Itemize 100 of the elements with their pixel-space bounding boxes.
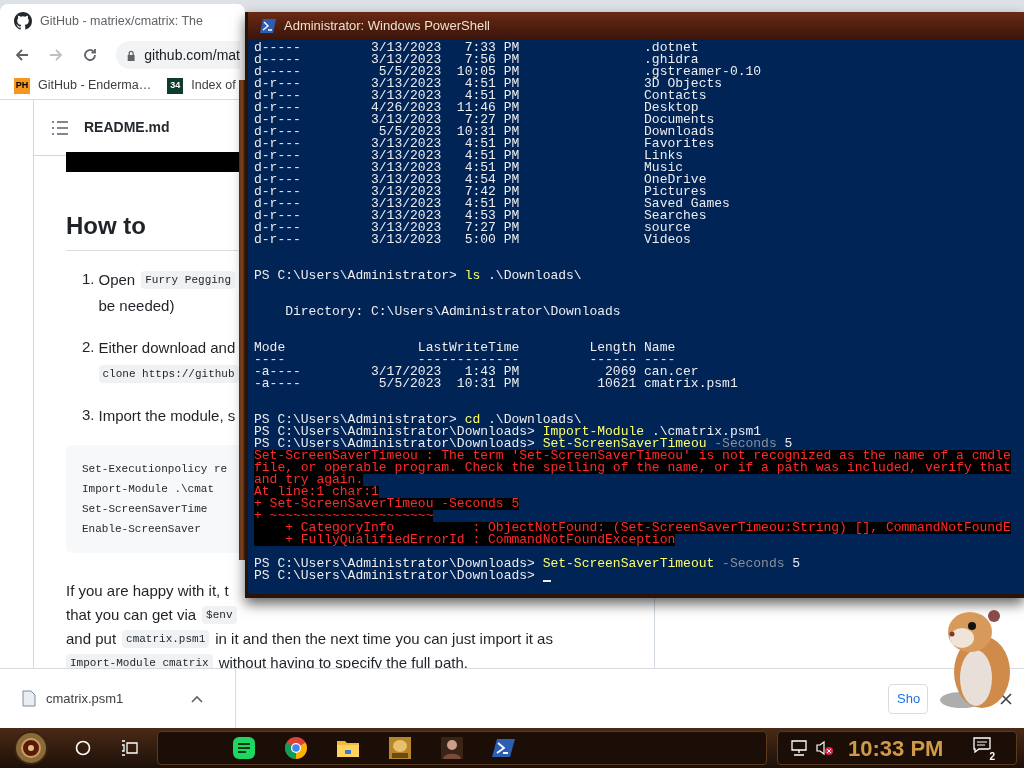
console-text: d-r--- 3/13/2023 7:42 PM Pictures	[254, 186, 707, 198]
console-text: d-r--- 3/13/2023 7:27 PM Documents	[254, 114, 715, 126]
reload-icon[interactable]	[82, 47, 98, 63]
game-app-icon[interactable]	[388, 736, 412, 760]
body-text: and put	[66, 628, 117, 649]
console-text: PS C:\Users\Administrator\Downloads>	[254, 570, 536, 582]
command-text: ls	[464, 270, 481, 282]
console-text: .\Downloads\	[488, 414, 582, 426]
inline-code: $env	[202, 605, 237, 625]
powershell-icon	[260, 19, 276, 33]
inline-code: clone https://github	[98, 364, 239, 384]
download-filename: cmatrix.psm1	[46, 689, 124, 708]
console-text: PS C:\Users\Administrator\Downloads>	[254, 438, 535, 450]
notification-icon	[973, 737, 992, 753]
error-text: + ~~~~~~~~~~~~~~~~~~~~~	[254, 510, 434, 522]
command-text: Set-ScreenSaverTimeout	[542, 558, 715, 570]
inline-code: Furry Pegging	[141, 270, 236, 290]
browser-tab[interactable]: GitHub - matriex/cmatrix: The	[0, 4, 245, 38]
lock-icon	[126, 48, 137, 62]
console-text: d-r--- 3/13/2023 4:53 PM Searches	[254, 210, 707, 222]
console-text: 5	[791, 558, 801, 570]
console-text: PS C:\Users\Administrator\Downloads>	[254, 426, 536, 438]
powershell-icon[interactable]	[492, 736, 516, 760]
list-number: 3.	[82, 405, 95, 425]
bookmark-link[interactable]: Index of	[191, 76, 236, 95]
muted-speaker-icon[interactable]	[816, 740, 834, 756]
console-text: d-r--- 3/13/2023 4:54 PM OneDrive	[254, 174, 707, 186]
code-line: Set-ScreenSaverTime	[82, 502, 208, 517]
console-text: d-r--- 3/13/2023 4:51 PM Music	[254, 162, 684, 174]
console-text: d-r--- 3/13/2023 4:51 PM Links	[254, 150, 684, 162]
command-text: cd	[464, 414, 481, 426]
clock[interactable]: 10:33 PM	[848, 731, 944, 765]
chrome-icon[interactable]	[284, 736, 308, 760]
list-number: 2.	[82, 337, 95, 357]
command-text: Set-ScreenSaverTimeou	[542, 438, 707, 450]
console-text: .\cmatrix.psm1	[651, 426, 762, 438]
list-number: 1.	[82, 269, 95, 289]
console-text: d-r--- 3/13/2023 5:00 PM Videos	[254, 234, 691, 246]
console-text: d-r--- 3/13/2023 4:51 PM 3D Objects	[254, 78, 723, 90]
error-text: + FullyQualifiedErrorId : CommandNotFoundException	[254, 534, 676, 546]
list-icon[interactable]	[52, 120, 68, 135]
bookmark-icon: PH	[14, 77, 30, 94]
address-bar[interactable]: github.com/mat	[116, 41, 240, 69]
file-icon	[22, 690, 36, 707]
console-text: ---- ------------- ------ ----	[254, 354, 676, 366]
notification-button[interactable]: 2	[973, 737, 996, 759]
error-text: Set-ScreenSaverTimeou : The term 'Set-ScreenSaverTimeou' is not recognized as the name of a cmdle	[254, 450, 1011, 462]
body-text: Import the module, s	[98, 405, 236, 426]
readme-filename: README.md	[84, 118, 170, 137]
console-text: 5	[784, 438, 793, 450]
parameter-text: -Seconds	[721, 558, 785, 570]
console-text: d-r--- 5/5/2023 10:31 PM Downloads	[254, 126, 715, 138]
bookmark-link[interactable]: GitHub - Enderma…	[38, 76, 152, 95]
error-text: file, or operable program. Check the spelling of the name, or if a path was included, verify that	[254, 462, 1011, 474]
caret-icon[interactable]	[191, 694, 204, 703]
window-title: Administrator: Windows PowerShell	[284, 17, 490, 36]
error-text: and try again.	[254, 474, 364, 486]
notes-app-icon[interactable]	[232, 736, 256, 760]
url-text: github.com/mat	[144, 45, 240, 65]
search-icon[interactable]	[75, 740, 91, 756]
console-text: d-r--- 3/13/2023 4:51 PM Saved Games	[254, 198, 730, 210]
console-text: -a---- 3/17/2023 1:43 PM 2069 can.cer	[254, 366, 699, 378]
console-text: PS C:\Users\Administrator\Downloads>	[254, 558, 536, 570]
console-text: d-r--- 3/13/2023 4:51 PM Favorites	[254, 138, 715, 150]
error-text: + Set-ScreenSaverTimeou -Seconds 5	[254, 498, 520, 510]
github-icon	[14, 12, 32, 30]
task-view-icon[interactable]	[121, 740, 139, 756]
console-text: PS C:\Users\Administrator>	[254, 270, 458, 282]
parameter-text: -Seconds	[714, 438, 777, 450]
console-text: d-r--- 4/26/2023 11:46 PM Desktop	[254, 102, 699, 114]
start-button-icon[interactable]	[14, 731, 48, 765]
console-text: d-r--- 3/13/2023 7:27 PM source	[254, 222, 691, 234]
body-text: Open	[98, 269, 136, 290]
body-text: Either download and	[98, 337, 236, 358]
body-text: be needed)	[98, 295, 175, 316]
console-text: d-r--- 3/13/2023 4:51 PM Contacts	[254, 90, 707, 102]
code-line: Set-Executionpolicy re	[82, 462, 228, 477]
console-text: Directory: C:\Users\Administrator\Downloads	[284, 306, 621, 318]
close-icon[interactable]	[1000, 692, 1012, 705]
code-line: Import-Module .\cmat	[82, 482, 215, 497]
console-text: Mode LastWriteTime Length Name	[254, 342, 676, 354]
notification-count: 2	[985, 749, 1000, 763]
show-all-button[interactable]: Sho	[888, 683, 928, 714]
bookmark-icon: 34	[167, 77, 184, 94]
back-icon[interactable]	[14, 47, 30, 63]
console-text: d----- 3/13/2023 7:56 PM .ghidra	[254, 54, 699, 66]
photo-placeholder[interactable]	[440, 736, 464, 760]
body-text: that you can get via	[66, 604, 197, 625]
network-icon[interactable]	[790, 740, 808, 756]
error-text: + CategoryInfo : ObjectNotFound: (Set-ScreenSaverTimeou:String) [], CommandNotFoundE	[254, 522, 1011, 534]
body-text: in it and then the next time you can just import it as	[215, 628, 553, 649]
console-text: d----- 3/13/2023 7:33 PM .dotnet	[254, 42, 699, 54]
command-text: Import-Module	[542, 426, 645, 438]
console-text: PS C:\Users\Administrator>	[254, 414, 457, 426]
body-text: If you are happy with it, t	[66, 580, 229, 601]
code-line: Enable-ScreenSaver	[82, 522, 201, 537]
console-text: .\Downloads\	[487, 270, 582, 282]
console-text: d----- 5/5/2023 10:05 PM .gstreamer-0.10	[254, 66, 762, 78]
tab-title: GitHub - matriex/cmatrix: The	[40, 12, 203, 30]
error-text: At line:1 char:1	[254, 486, 379, 498]
